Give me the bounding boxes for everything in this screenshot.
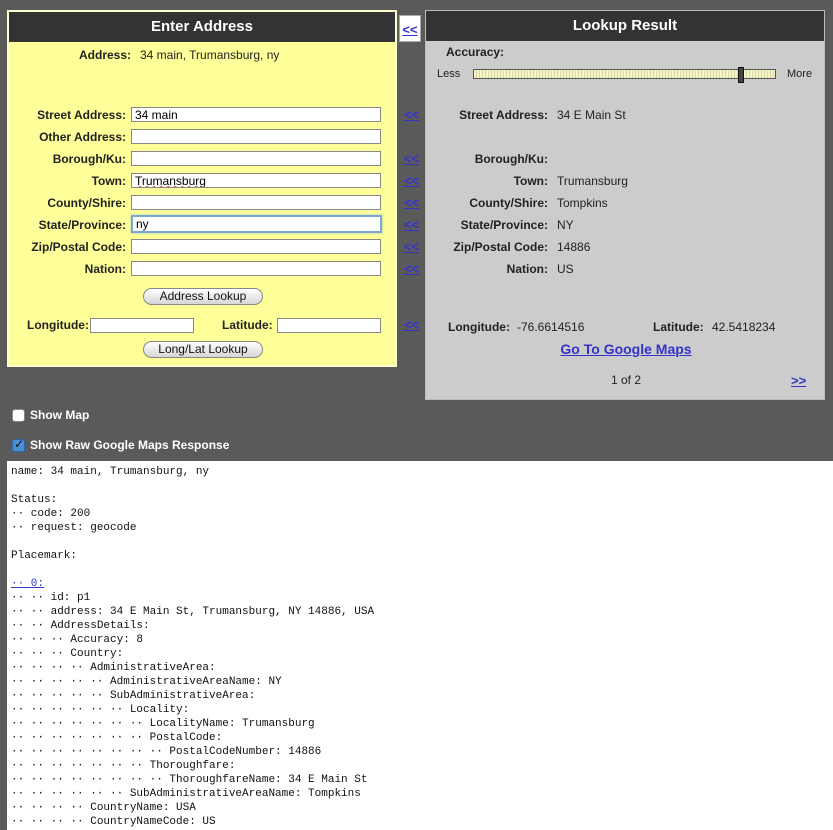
raw-response-line: ·· ·· ·· ·· CountryNameCode: US	[11, 816, 216, 828]
result-latitude-value: 42.5418234	[712, 320, 776, 334]
result-county-label: County/Shire:	[469, 196, 548, 210]
raw-response-line: ·· ·· ·· ·· AdministrativeArea:	[11, 662, 216, 674]
state-label: State/Province:	[38, 218, 126, 232]
raw-response-line: ·· ·· ·· ·· ·· ·· ·· LocalityName: Truma…	[11, 718, 315, 730]
enter-address-panel: Enter Address Address: 34 main, Trumansb…	[7, 10, 397, 367]
raw-response-line: ·· ·· id: p1	[11, 592, 91, 604]
raw-response-line: ·· ·· ·· Country:	[11, 648, 124, 660]
raw-response-line	[11, 479, 829, 493]
accuracy-label: Accuracy:	[446, 45, 505, 59]
zip-input[interactable]	[131, 239, 381, 254]
raw-response-line: Placemark:	[11, 550, 78, 562]
copy-town-arrow[interactable]: <<	[404, 174, 419, 187]
copy-all-arrow: <<	[402, 22, 418, 37]
raw-response-line: ·· ·· ·· ·· ·· ·· Locality:	[11, 704, 190, 716]
raw-response-line: name: 34 main, Trumansburg, ny	[11, 466, 210, 478]
raw-response-line: ·· ·· ·· ·· ·· ·· ·· Thoroughfare:	[11, 760, 236, 772]
nation-input[interactable]	[131, 261, 381, 276]
result-town-label: Town:	[513, 174, 548, 188]
longlat-lookup-button[interactable]: Long/Lat Lookup	[143, 341, 263, 358]
longitude-label: Longitude:	[27, 318, 89, 332]
address-lookup-button[interactable]: Address Lookup	[143, 288, 263, 305]
raw-response-line: ·· ·· ·· ·· ·· SubAdministrativeArea:	[11, 690, 256, 702]
borough-label: Borough/Ku:	[52, 152, 126, 166]
raw-response-line: ·· ·· ·· ·· CountryName: USA	[11, 802, 196, 814]
accuracy-slider[interactable]	[473, 67, 776, 83]
result-county-value: Tompkins	[557, 196, 608, 210]
raw-response-line: ·· ·· ·· ·· ·· ·· ·· ·· PostalCodeNumber…	[11, 746, 322, 758]
raw-response-panel: name: 34 main, Trumansburg, ny Status: ··…	[7, 461, 833, 830]
result-longitude-label: Longitude:	[448, 320, 510, 334]
show-raw-label: Show Raw Google Maps Response	[30, 438, 230, 452]
lookup-result-title: Lookup Result	[426, 11, 824, 41]
accuracy-less-label: Less	[437, 68, 461, 80]
accuracy-more-label: More	[787, 68, 813, 80]
address-label: Address:	[79, 48, 132, 62]
result-state-value: NY	[557, 218, 574, 232]
longitude-input[interactable]	[90, 318, 194, 333]
copy-all-button[interactable]: <<	[399, 15, 421, 42]
show-map-label: Show Map	[30, 408, 90, 422]
copy-zip-arrow[interactable]: <<	[404, 240, 419, 253]
raw-response-line: Status:	[11, 494, 58, 506]
show-map-option[interactable]: Show Map	[12, 408, 89, 422]
copy-longlat-arrow[interactable]: <<	[404, 318, 419, 331]
show-raw-checkbox[interactable]	[12, 437, 25, 452]
show-map-checkbox[interactable]	[12, 408, 25, 422]
raw-response-line: ·· ·· ·· ·· ·· ·· ·· ·· ThoroughfareName…	[11, 774, 368, 786]
town-label: Town:	[91, 174, 126, 188]
result-longitude-value: -76.6614516	[517, 320, 585, 334]
result-nation-label: Nation:	[506, 262, 548, 276]
raw-response-line	[11, 535, 829, 549]
raw-response-line: ·· ·· AddressDetails:	[11, 620, 150, 632]
address-value: 34 main, Trumansburg, ny	[140, 48, 280, 62]
result-latitude-label: Latitude:	[653, 320, 704, 334]
copy-state-arrow[interactable]: <<	[404, 218, 419, 231]
result-street-label: Street Address:	[459, 108, 548, 122]
result-town-value: Trumansburg	[557, 174, 628, 188]
copy-borough-arrow[interactable]: <<	[404, 152, 419, 165]
street-address-label: Street Address:	[37, 108, 126, 122]
latitude-label: Latitude:	[222, 318, 273, 332]
result-zip-label: Zip/Postal Code:	[453, 240, 548, 254]
lookup-result-panel: Lookup Result Accuracy: Less More Street…	[425, 10, 825, 400]
raw-response-line: ·· ·· ·· ·· ·· AdministrativeAreaName: N…	[11, 676, 282, 688]
result-zip-value: 14886	[557, 240, 591, 254]
county-label: County/Shire:	[47, 196, 126, 210]
raw-response-line: ·· ·· ·· ·· ·· ·· ·· PostalCode:	[11, 732, 223, 744]
raw-response-line: ·· code: 200	[11, 508, 91, 520]
state-input[interactable]	[131, 215, 382, 233]
county-input[interactable]	[131, 195, 381, 210]
street-address-input[interactable]	[131, 107, 381, 122]
latitude-input[interactable]	[277, 318, 381, 333]
other-address-input[interactable]	[131, 129, 381, 144]
google-maps-link[interactable]: Go To Google Maps	[426, 341, 826, 357]
result-pagination: 1 of 2	[610, 373, 642, 387]
result-state-label: State/Province:	[460, 218, 548, 232]
raw-response-line	[11, 563, 829, 577]
raw-response-line: ·· ·· ·· ·· ·· ·· SubAdministrativeAreaN…	[11, 788, 361, 800]
raw-response-line: ·· request: geocode	[11, 522, 137, 534]
copy-nation-arrow[interactable]: <<	[404, 262, 419, 275]
town-input[interactable]	[131, 173, 381, 188]
next-result-arrow[interactable]: >>	[791, 374, 806, 387]
borough-input[interactable]	[131, 151, 381, 166]
accuracy-slider-thumb[interactable]	[738, 67, 744, 83]
enter-address-title: Enter Address	[9, 12, 395, 42]
raw-response-line: ·· ·· ·· Accuracy: 8	[11, 634, 144, 646]
zip-label: Zip/Postal Code:	[31, 240, 126, 254]
result-nation-value: US	[557, 262, 574, 276]
result-street-value: 34 E Main St	[557, 108, 626, 122]
copy-street-arrow[interactable]: <<	[404, 108, 419, 121]
nation-label: Nation:	[84, 262, 126, 276]
show-raw-option[interactable]: Show Raw Google Maps Response	[12, 437, 230, 452]
raw-response-toggle-link[interactable]: ·· 0:	[11, 577, 829, 591]
result-borough-label: Borough/Ku:	[474, 152, 548, 166]
raw-response-line: ·· ·· address: 34 E Main St, Trumansburg…	[11, 606, 375, 618]
other-address-label: Other Address:	[39, 130, 126, 144]
copy-county-arrow[interactable]: <<	[404, 196, 419, 209]
